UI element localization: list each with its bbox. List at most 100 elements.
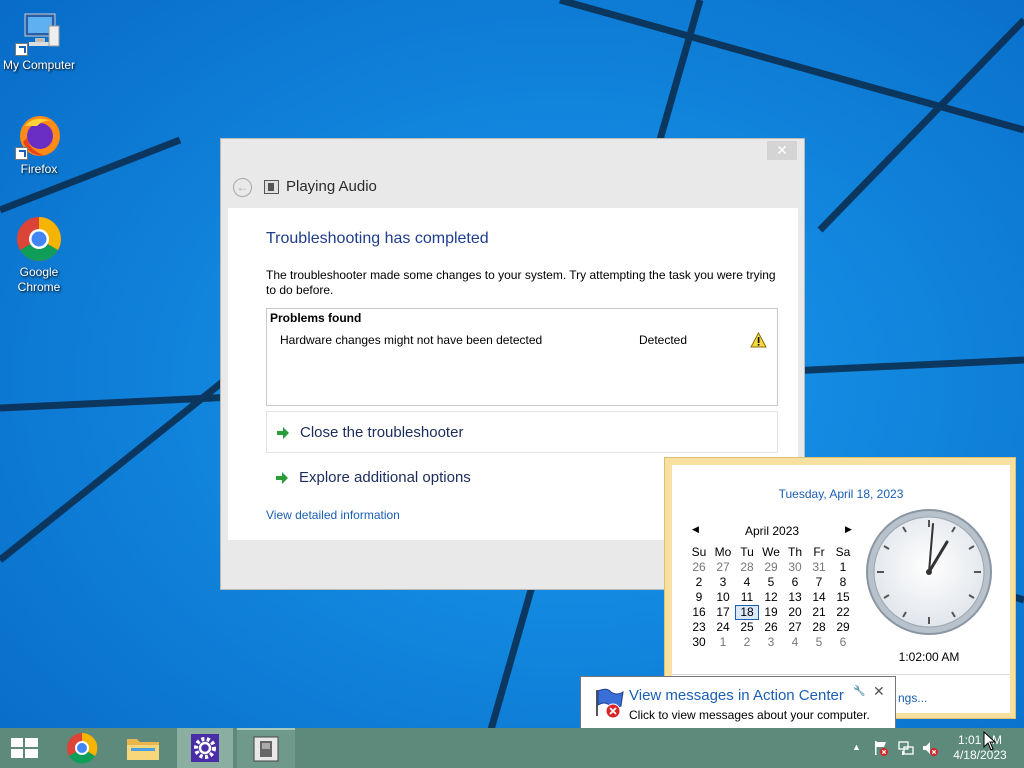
calendar-day[interactable]: 22 bbox=[831, 605, 855, 620]
calendar-day[interactable]: 5 bbox=[759, 575, 783, 590]
calendar-day[interactable]: 13 bbox=[783, 590, 807, 605]
problems-list: Problems found Hardware changes might no… bbox=[266, 308, 778, 406]
close-troubleshooter-option[interactable]: Close the troubleshooter bbox=[266, 411, 778, 453]
calendar-day[interactable]: 30 bbox=[783, 560, 807, 575]
shortcut-arrow-icon bbox=[15, 147, 28, 160]
calendar-day[interactable]: 26 bbox=[759, 620, 783, 635]
calendar-day[interactable]: 6 bbox=[783, 575, 807, 590]
calendar-day[interactable]: 2 bbox=[687, 575, 711, 590]
calendar-day[interactable]: 23 bbox=[687, 620, 711, 635]
calendar-day[interactable]: 3 bbox=[759, 635, 783, 650]
desktop-icon-google-chrome[interactable]: Google Chrome bbox=[0, 215, 78, 295]
calendar-day-today[interactable]: 18 bbox=[735, 605, 759, 620]
calendar-day[interactable]: 17 bbox=[711, 605, 735, 620]
calendar-day[interactable]: 1 bbox=[831, 560, 855, 575]
action-center-flag-icon[interactable] bbox=[872, 739, 890, 757]
taskbar-chrome-button[interactable] bbox=[57, 728, 107, 768]
calendar-week-row: 9 10 11 12 13 14 15 bbox=[687, 590, 855, 605]
calendar-grid: Su Mo Tu We Th Fr Sa 26 27 28 29 30 31 1… bbox=[687, 545, 855, 650]
option-label: Explore additional options bbox=[299, 469, 471, 486]
taskbar-time: 1:01 AM bbox=[957, 733, 1003, 747]
calendar-day[interactable]: 10 bbox=[711, 590, 735, 605]
page-heading: Troubleshooting has completed bbox=[266, 230, 489, 247]
network-icon[interactable] bbox=[897, 739, 915, 757]
mouse-cursor-icon bbox=[983, 731, 997, 751]
green-arrow-icon bbox=[276, 472, 288, 484]
window-title: Playing Audio bbox=[286, 178, 377, 195]
calendar-day[interactable]: 6 bbox=[831, 635, 855, 650]
calendar-day[interactable]: 20 bbox=[783, 605, 807, 620]
calendar-day[interactable]: 15 bbox=[831, 590, 855, 605]
wrench-icon[interactable]: 🔧 bbox=[853, 686, 865, 697]
weekday-label: We bbox=[762, 545, 780, 559]
calendar-day[interactable]: 29 bbox=[759, 560, 783, 575]
calendar-day[interactable]: 30 bbox=[687, 635, 711, 650]
calendar-day[interactable]: 21 bbox=[807, 605, 831, 620]
calendar-day[interactable]: 28 bbox=[807, 620, 831, 635]
problems-header: Problems found bbox=[270, 311, 362, 325]
calendar-day[interactable]: 4 bbox=[735, 575, 759, 590]
view-details-link[interactable]: View detailed information bbox=[266, 508, 400, 522]
taskbar-date: 4/18/2023 bbox=[953, 748, 1007, 762]
next-month-button[interactable]: ▶ bbox=[845, 524, 852, 535]
volume-muted-icon[interactable] bbox=[921, 739, 939, 757]
taskbar-troubleshooter-button[interactable] bbox=[237, 728, 295, 768]
action-center-notification[interactable]: View messages in Action Center Click to … bbox=[580, 676, 896, 742]
taskbar-file-explorer-button[interactable] bbox=[117, 728, 169, 768]
taskbar-settings-button[interactable] bbox=[177, 728, 233, 768]
calendar-week-row: 30 1 2 3 4 5 6 bbox=[687, 635, 855, 650]
chrome-icon bbox=[17, 217, 61, 261]
analog-clock bbox=[866, 509, 992, 635]
calendar-day[interactable]: 3 bbox=[711, 575, 735, 590]
calendar-day[interactable]: 8 bbox=[831, 575, 855, 590]
desktop-icon-firefox[interactable]: Firefox bbox=[0, 112, 78, 177]
date-time-settings-link[interactable]: ngs... bbox=[898, 691, 927, 705]
calendar-day[interactable]: 14 bbox=[807, 590, 831, 605]
desktop-icon-label: Google Chrome bbox=[17, 265, 61, 294]
month-label[interactable]: April 2023 bbox=[745, 524, 799, 538]
problem-name: Hardware changes might not have been det… bbox=[280, 333, 543, 347]
calendar-week-row: 16 17 18 19 20 21 22 bbox=[687, 605, 855, 620]
desktop-icon-label: Firefox bbox=[20, 162, 58, 176]
troubleshooter-icon bbox=[264, 180, 279, 194]
green-arrow-icon bbox=[277, 427, 289, 439]
close-button[interactable]: ✕ bbox=[767, 141, 797, 160]
calendar-day[interactable]: 27 bbox=[783, 620, 807, 635]
calendar-day[interactable]: 24 bbox=[711, 620, 735, 635]
chrome-icon bbox=[67, 732, 98, 764]
taskbar-clock[interactable]: 1:01 AM 4/18/2023 bbox=[940, 733, 1020, 763]
calendar-day[interactable]: 16 bbox=[687, 605, 711, 620]
gear-icon bbox=[191, 734, 219, 762]
show-hidden-icons-button[interactable]: ▲ bbox=[852, 742, 861, 752]
calendar-day[interactable]: 11 bbox=[735, 590, 759, 605]
calendar-day[interactable]: 1 bbox=[711, 635, 735, 650]
start-button[interactable] bbox=[0, 728, 48, 768]
calendar-day[interactable]: 9 bbox=[687, 590, 711, 605]
calendar-day[interactable]: 4 bbox=[783, 635, 807, 650]
previous-month-button[interactable]: ◀ bbox=[692, 524, 699, 535]
folder-icon bbox=[127, 739, 159, 760]
calendar-day[interactable]: 2 bbox=[735, 635, 759, 650]
calendar-day[interactable]: 25 bbox=[735, 620, 759, 635]
calendar-week-row: 23 24 25 26 27 28 29 bbox=[687, 620, 855, 635]
weekday-label: Tu bbox=[740, 545, 754, 559]
calendar-day[interactable]: 26 bbox=[687, 560, 711, 575]
calendar-day[interactable]: 27 bbox=[711, 560, 735, 575]
back-button[interactable]: ← bbox=[233, 178, 252, 197]
calendar-day[interactable]: 29 bbox=[831, 620, 855, 635]
warning-icon bbox=[750, 332, 767, 348]
notification-subtitle: Click to view messages about your comput… bbox=[629, 708, 870, 722]
calendar-day[interactable]: 31 bbox=[807, 560, 831, 575]
windows-logo-icon bbox=[11, 738, 38, 758]
calendar-day[interactable]: 19 bbox=[759, 605, 783, 620]
calendar-day[interactable]: 12 bbox=[759, 590, 783, 605]
calendar-week-row: 2 3 4 5 6 7 8 bbox=[687, 575, 855, 590]
long-date-link[interactable]: Tuesday, April 18, 2023 bbox=[672, 487, 1010, 501]
calendar-day[interactable]: 7 bbox=[807, 575, 831, 590]
weekday-label: Mo bbox=[714, 545, 732, 559]
calendar-day[interactable]: 5 bbox=[807, 635, 831, 650]
calendar-day[interactable]: 28 bbox=[735, 560, 759, 575]
weekday-label: Sa bbox=[835, 545, 851, 559]
close-icon[interactable]: ✕ bbox=[873, 683, 885, 700]
desktop-icon-my-computer[interactable]: My Computer bbox=[0, 8, 78, 73]
